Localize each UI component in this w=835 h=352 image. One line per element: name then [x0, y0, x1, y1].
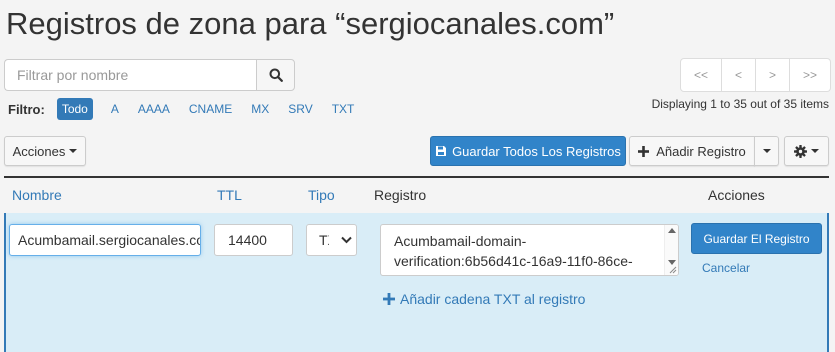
- record-name-value: Acumbamail.sergiocanales.com: [18, 232, 201, 248]
- gear-icon: [794, 144, 807, 158]
- add-record-dropdown-toggle[interactable]: [754, 136, 779, 166]
- filter-label: Filtro:: [8, 101, 45, 117]
- search-button[interactable]: [256, 59, 295, 91]
- record-type-value: TXT: [319, 232, 329, 248]
- save-all-records-button[interactable]: Guardar Todos Los Registros: [430, 136, 626, 166]
- caret-down-icon: [811, 149, 819, 153]
- scroll-up-icon: [668, 228, 676, 233]
- displaying-count: Displaying 1 to 35 out of 35 items: [651, 97, 829, 111]
- textarea-scrollbar[interactable]: [664, 225, 678, 275]
- search-input[interactable]: [4, 59, 256, 91]
- add-txt-string-label: Añadir cadena TXT al registro: [400, 291, 586, 307]
- record-value-textarea[interactable]: Acumbamail-domain-verification:6b56d41c-…: [380, 224, 679, 276]
- filter-option-cname[interactable]: CNAME: [189, 102, 232, 116]
- filter-option-aaaa[interactable]: AAAA: [138, 102, 170, 116]
- search-group: [4, 59, 295, 91]
- filter-option-todo[interactable]: Todo: [56, 98, 93, 120]
- save-record-label: Guardar El Registro: [703, 231, 810, 246]
- chevron-down-icon: [341, 236, 352, 244]
- filter-option-a[interactable]: A: [111, 102, 119, 116]
- scroll-down-icon: [668, 260, 676, 265]
- save-record-button[interactable]: Guardar El Registro: [691, 223, 822, 254]
- pagination: << < > >>: [680, 58, 831, 92]
- actions-dropdown-button[interactable]: Acciones: [4, 136, 86, 166]
- column-header-name[interactable]: Nombre: [12, 187, 62, 203]
- column-header-ttl[interactable]: TTL: [217, 187, 242, 203]
- settings-dropdown-button[interactable]: [784, 136, 829, 166]
- save-all-label: Guardar Todos Los Registros: [452, 143, 621, 159]
- pager-last-button[interactable]: >>: [790, 58, 831, 92]
- pager-first-button[interactable]: <<: [680, 58, 722, 92]
- cancel-link[interactable]: Cancelar: [702, 261, 750, 275]
- caret-down-icon: [762, 149, 771, 153]
- column-header-type[interactable]: Tipo: [308, 187, 335, 203]
- save-icon: [436, 146, 447, 156]
- column-header-actions: Acciones: [708, 187, 765, 203]
- column-header-record: Registro: [374, 187, 427, 203]
- record-value-text: Acumbamail-domain-verification:6b56d41c-…: [394, 233, 633, 275]
- add-txt-string-link[interactable]: Añadir cadena TXT al registro: [383, 291, 585, 307]
- record-name-input[interactable]: Acumbamail.sergiocanales.com: [9, 224, 201, 256]
- plus-icon: [383, 293, 395, 305]
- filter-bar: Filtro: Todo A AAAA CNAME MX SRV TXT: [8, 98, 373, 120]
- plus-icon: [638, 145, 650, 157]
- caret-down-icon: [69, 149, 78, 153]
- pager-next-button[interactable]: >: [756, 58, 790, 92]
- filter-option-txt[interactable]: TXT: [332, 102, 355, 116]
- filter-option-srv[interactable]: SRV: [288, 102, 312, 116]
- page-title: Registros de zona para “sergiocanales.co…: [6, 6, 615, 41]
- actions-label: Acciones: [12, 143, 66, 159]
- record-ttl-value: 14400: [228, 232, 267, 248]
- search-icon: [269, 68, 283, 82]
- resize-handle-icon[interactable]: [669, 266, 677, 274]
- filter-option-mx[interactable]: MX: [251, 102, 269, 116]
- add-record-button[interactable]: Añadir Registro: [629, 136, 755, 166]
- pager-prev-button[interactable]: <: [722, 58, 756, 92]
- record-ttl-input[interactable]: 14400: [214, 224, 293, 256]
- add-record-label: Añadir Registro: [656, 143, 746, 159]
- table-header-border: [4, 176, 829, 178]
- record-type-select[interactable]: TXT: [306, 224, 357, 256]
